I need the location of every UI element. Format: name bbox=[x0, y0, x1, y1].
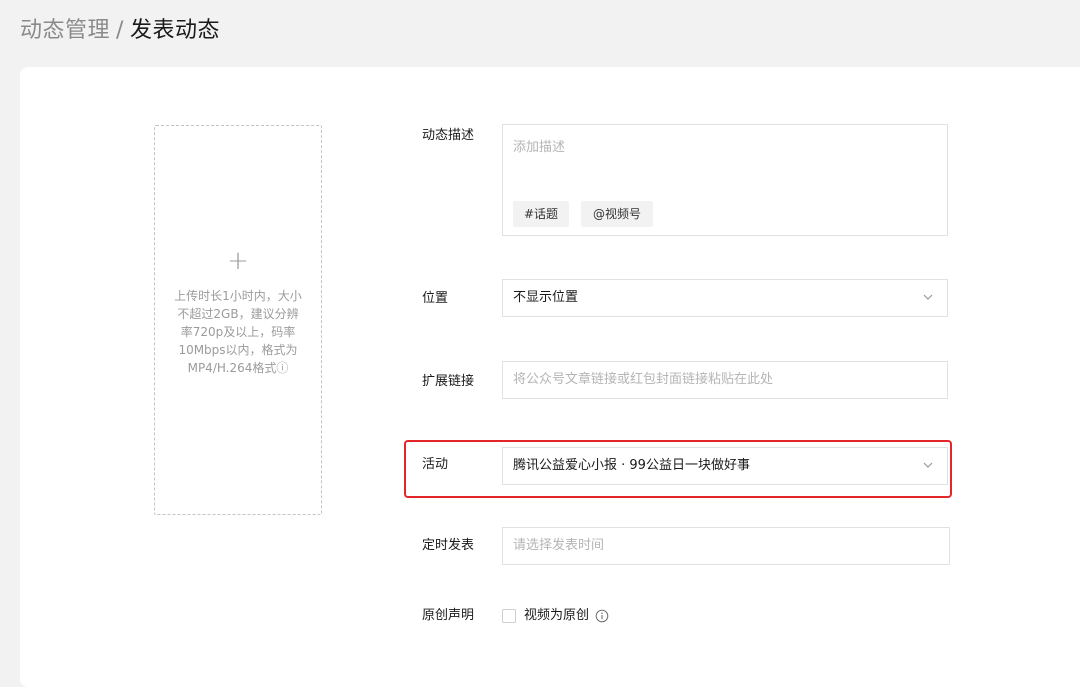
original-label: 原创声明 bbox=[422, 608, 475, 623]
original-checkbox-label[interactable]: 视频为原创 bbox=[524, 607, 589, 625]
schedule-label: 定时发表 bbox=[422, 538, 475, 553]
breadcrumb-parent-link[interactable]: 动态管理 bbox=[20, 18, 110, 43]
upload-hint: 上传时长1小时内，大小不超过2GB，建议分辨率720p及以上，码率10Mbps以… bbox=[174, 289, 302, 375]
info-icon[interactable] bbox=[595, 609, 609, 623]
link-label: 扩展链接 bbox=[422, 374, 475, 389]
topic-button[interactable]: #话题 bbox=[513, 201, 569, 227]
original-checkbox[interactable] bbox=[502, 609, 516, 623]
page-title: 发表动态 bbox=[129, 18, 220, 43]
video-upload-area[interactable]: + 上传时长1小时内，大小不超过2GB，建议分辨率720p及以上，码率10Mbp… bbox=[154, 125, 322, 515]
breadcrumb-separator: / bbox=[116, 18, 124, 43]
mention-channel-button[interactable]: @视频号 bbox=[581, 201, 653, 227]
location-value: 不显示位置 bbox=[513, 290, 579, 305]
breadcrumb: 动态管理 / 发表动态 bbox=[20, 14, 220, 48]
chevron-down-icon bbox=[923, 294, 933, 300]
schedule-input[interactable]: 请选择发表时间 bbox=[502, 527, 950, 565]
activity-select[interactable]: 腾讯公益爱心小报 · 99公益日一块做好事 bbox=[502, 447, 948, 485]
schedule-placeholder: 请选择发表时间 bbox=[513, 538, 605, 553]
link-placeholder: 将公众号文章链接或红包封面链接粘贴在此处 bbox=[513, 372, 774, 387]
location-label: 位置 bbox=[422, 291, 449, 306]
activity-value: 腾讯公益爱心小报 · 99公益日一块做好事 bbox=[513, 458, 750, 473]
plus-icon: + bbox=[227, 246, 249, 276]
description-input[interactable]: 添加描述 #话题 @视频号 bbox=[502, 124, 948, 236]
description-label: 动态描述 bbox=[422, 128, 475, 143]
description-placeholder: 添加描述 bbox=[513, 140, 566, 155]
location-select[interactable]: 不显示位置 bbox=[502, 279, 948, 317]
chevron-down-icon bbox=[923, 462, 933, 468]
activity-label: 活动 bbox=[422, 457, 449, 472]
link-input[interactable]: 将公众号文章链接或红包封面链接粘贴在此处 bbox=[502, 361, 948, 399]
